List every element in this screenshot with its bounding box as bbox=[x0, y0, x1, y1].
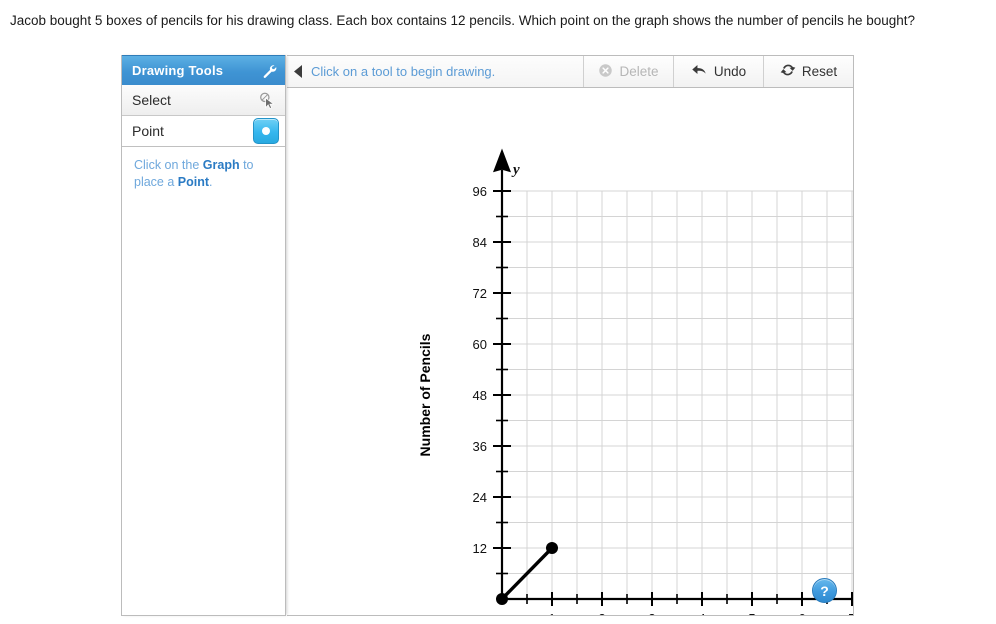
coordinate-graph[interactable]: 123456781224364860728496 xyBoxes of Penc… bbox=[287, 88, 853, 615]
y-tick-label: 84 bbox=[473, 235, 487, 250]
sidebar-hint: Click on the Graph to place a Point. bbox=[122, 147, 285, 191]
toolbar-status-text: Click on a tool to begin drawing. bbox=[311, 64, 496, 79]
undo-arrow-icon bbox=[691, 63, 708, 81]
tick-labels: 123456781224364860728496 bbox=[473, 184, 853, 615]
drawing-tools-sidebar: Drawing Tools Select Point Click on the … bbox=[121, 55, 286, 616]
point-dot-icon bbox=[253, 118, 279, 144]
hint-text-part1: Click on the bbox=[134, 158, 203, 172]
y-tick-label: 96 bbox=[473, 184, 487, 199]
delete-button-label: Delete bbox=[619, 64, 659, 79]
hint-text-part3: . bbox=[209, 175, 213, 189]
hint-text-graph: Graph bbox=[202, 158, 240, 172]
y-tick-label: 60 bbox=[473, 337, 487, 352]
x-tick-label: 7 bbox=[848, 611, 853, 615]
graph-canvas[interactable]: 123456781224364860728496 xyBoxes of Penc… bbox=[287, 88, 854, 616]
sidebar-tool-point-label: Point bbox=[132, 123, 164, 139]
undo-button[interactable]: Undo bbox=[673, 56, 763, 87]
y-axis-letter: y bbox=[511, 162, 520, 178]
y-tick-label: 72 bbox=[473, 286, 487, 301]
undo-button-label: Undo bbox=[713, 64, 747, 79]
grid-lines bbox=[502, 190, 853, 599]
drawing-tools-title: Drawing Tools bbox=[132, 63, 224, 78]
x-tick-label: 3 bbox=[648, 611, 655, 615]
reset-button-label: Reset bbox=[801, 64, 838, 79]
collapse-left-arrow-icon[interactable] bbox=[287, 56, 309, 87]
x-tick-label: 5 bbox=[748, 611, 755, 615]
help-button[interactable]: ? bbox=[812, 578, 837, 603]
reset-refresh-icon bbox=[780, 62, 796, 81]
select-cursor-icon bbox=[257, 90, 279, 110]
y-tick-label: 48 bbox=[473, 388, 487, 403]
wrench-icon bbox=[259, 61, 279, 81]
applet-toolbar: Click on a tool to begin drawing. Delete… bbox=[287, 55, 854, 88]
delete-button[interactable]: Delete bbox=[583, 56, 673, 87]
x-tick-label: 4 bbox=[698, 611, 705, 615]
delete-x-icon bbox=[598, 63, 613, 81]
sidebar-tool-select-label: Select bbox=[132, 92, 171, 108]
drawing-applet: Drawing Tools Select Point Click on the … bbox=[121, 55, 854, 616]
x-tick-label: 1 bbox=[548, 611, 555, 615]
drawing-tools-header: Drawing Tools bbox=[122, 55, 285, 85]
y-tick-label: 36 bbox=[473, 439, 487, 454]
sidebar-tool-select[interactable]: Select bbox=[122, 85, 285, 116]
y-tick-label: 12 bbox=[473, 541, 487, 556]
x-tick-label: 6 bbox=[798, 611, 805, 615]
point-dot-glyph bbox=[262, 127, 270, 135]
hint-text-point: Point bbox=[177, 175, 210, 189]
segment-endpoint-marker[interactable] bbox=[546, 542, 558, 554]
segment-endpoint-marker[interactable] bbox=[496, 593, 508, 605]
x-tick-label: 2 bbox=[598, 611, 605, 615]
y-tick-label: 24 bbox=[473, 490, 487, 505]
question-prompt: Jacob bought 5 boxes of pencils for his … bbox=[10, 13, 916, 28]
reset-button[interactable]: Reset bbox=[763, 56, 853, 87]
sidebar-tool-point[interactable]: Point bbox=[122, 116, 285, 147]
y-axis-arrowhead bbox=[493, 148, 511, 173]
y-axis-title: Number of Pencils bbox=[417, 333, 433, 456]
axes bbox=[493, 148, 853, 606]
screenshot-root: Jacob bought 5 boxes of pencils for his … bbox=[0, 0, 996, 624]
